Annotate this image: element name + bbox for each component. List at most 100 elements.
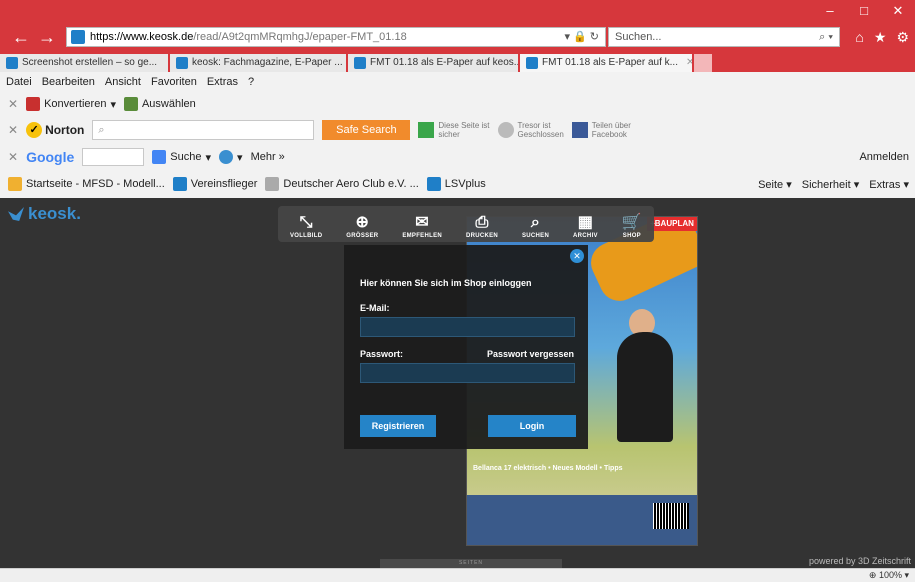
close-icon[interactable]: ✕ bbox=[570, 249, 584, 263]
safe-search-button[interactable]: Safe Search bbox=[322, 120, 411, 140]
new-tab-button[interactable] bbox=[694, 54, 712, 72]
email-label: E-Mail: bbox=[360, 303, 390, 313]
mail-icon: ✉ bbox=[415, 214, 430, 231]
google-more-button[interactable]: Mehr » bbox=[251, 151, 285, 163]
tab-label: Screenshot erstellen – so ge... bbox=[22, 57, 158, 68]
home-icon[interactable]: ⌂ bbox=[855, 29, 863, 46]
norton-search-input[interactable]: ⌕ bbox=[92, 120, 315, 140]
favorite-mfsd[interactable]: Startseite - MFSD - Modell... bbox=[8, 177, 165, 191]
shop-label: SHOP bbox=[622, 233, 641, 239]
cover-banner: +BAUPLAN bbox=[647, 217, 697, 231]
password-label: Passwort: bbox=[360, 349, 404, 359]
minimize-button[interactable]: – bbox=[813, 0, 847, 22]
facebook-status-text: Teilen über Facebook bbox=[592, 121, 631, 139]
tab-label: FMT 01.18 als E-Paper auf k... bbox=[542, 57, 678, 68]
title-bar: – □ ✕ ← → https://www.keosk.de /read/A9t… bbox=[0, 0, 915, 52]
maximize-button[interactable]: □ bbox=[847, 0, 881, 22]
keosk-logo[interactable]: keosk. bbox=[8, 204, 81, 224]
menu-extras[interactable]: Extras bbox=[207, 76, 238, 88]
security-menu[interactable]: Sicherheit ▾ bbox=[802, 178, 860, 191]
password-field[interactable] bbox=[360, 363, 575, 383]
menu-ansicht[interactable]: Ansicht bbox=[105, 76, 141, 88]
lock-refresh-icon[interactable]: ▾ 🔒 ↻ bbox=[564, 30, 599, 43]
keosk-logo-text: keosk. bbox=[28, 204, 81, 223]
zoom-level[interactable]: ⊕ 100% ▾ bbox=[869, 570, 909, 581]
grid-icon: ▦ bbox=[577, 214, 594, 231]
window-controls: – □ ✕ bbox=[813, 0, 915, 22]
menu-datei[interactable]: Datei bbox=[6, 76, 32, 88]
menu-bearbeiten[interactable]: Bearbeiten bbox=[42, 76, 95, 88]
pdf-convert-icon bbox=[26, 97, 41, 111]
zoom-label: GRÖSSER bbox=[346, 233, 379, 239]
forgot-password-link[interactable]: Passwort vergessen bbox=[487, 349, 574, 359]
favorite-aeroclub[interactable]: Deutscher Aero Club e.V. ... bbox=[265, 177, 419, 191]
print-button[interactable]: ⎙ DRUCKEN bbox=[466, 213, 498, 239]
keosk-bird-icon bbox=[8, 207, 24, 221]
login-button[interactable]: Login bbox=[488, 415, 576, 437]
google-logo: Google bbox=[26, 149, 75, 165]
search-placeholder: Suchen... bbox=[615, 31, 662, 43]
register-button[interactable]: Registrieren bbox=[360, 415, 436, 437]
search-label: SUCHEN bbox=[521, 233, 550, 239]
url-path: /read/A9t2qmMRqmhgJ/epaper-FMT_01.18 bbox=[193, 31, 407, 43]
google-signin-link[interactable]: Anmelden bbox=[859, 151, 909, 163]
menu-help[interactable]: ? bbox=[248, 76, 254, 88]
tab-fmt-active[interactable]: FMT 01.18 als E-Paper auf k... ✕ bbox=[520, 54, 692, 72]
search-icon[interactable]: ⌕ ▾ bbox=[819, 28, 833, 46]
google-options-button[interactable]: ▾ bbox=[219, 150, 243, 164]
convert-label: Konvertieren bbox=[44, 98, 107, 110]
select-button[interactable]: Auswählen bbox=[123, 97, 196, 111]
close-toolbar-icon[interactable]: ✕ bbox=[8, 97, 18, 111]
gear-icon[interactable]: ⚙ bbox=[896, 29, 909, 46]
close-button[interactable]: ✕ bbox=[881, 0, 915, 22]
close-toolbar-icon[interactable]: ✕ bbox=[8, 123, 18, 137]
norton-facebook-status[interactable]: Teilen über Facebook bbox=[571, 121, 631, 139]
google-search-input[interactable] bbox=[82, 148, 145, 166]
pages-bar[interactable]: SEITEN bbox=[380, 559, 562, 568]
tools-menu[interactable]: Extras ▾ bbox=[869, 178, 909, 191]
close-toolbar-icon[interactable]: ✕ bbox=[8, 150, 18, 164]
page-menu[interactable]: Seite ▾ bbox=[758, 178, 792, 191]
google-search-icon bbox=[152, 150, 167, 164]
favorite-icon bbox=[172, 177, 187, 191]
favorites-star-icon[interactable]: ★ bbox=[874, 29, 887, 46]
tab-fmt-1[interactable]: FMT 01.18 als E-Paper auf keos... bbox=[348, 54, 518, 72]
back-arrow-icon[interactable]: ← bbox=[10, 27, 32, 47]
tab-screenshot[interactable]: Screenshot erstellen – so ge... bbox=[0, 54, 168, 72]
tab-row: Screenshot erstellen – so ge... keosk: F… bbox=[0, 52, 915, 72]
norton-vault-status[interactable]: Tresor ist Geschlossen bbox=[497, 121, 564, 139]
email-field[interactable] bbox=[360, 317, 575, 337]
archive-button[interactable]: ▦ ARCHIV bbox=[573, 213, 598, 239]
forward-arrow-icon[interactable]: → bbox=[36, 27, 58, 47]
print-label: DRUCKEN bbox=[465, 233, 499, 239]
tab-keosk[interactable]: keosk: Fachmagazine, E-Paper ... bbox=[170, 54, 346, 72]
zoom-button[interactable]: ⊕ GRÖSSER bbox=[346, 213, 378, 239]
norton-safe-status[interactable]: Diese Seite ist sicher bbox=[418, 121, 490, 139]
address-bar[interactable]: https://www.keosk.de /read/A9t2qmMRqmhgJ… bbox=[66, 27, 606, 47]
google-search-button[interactable]: Suche ▾ bbox=[152, 150, 211, 164]
search-button[interactable]: ⌕ SUCHEN bbox=[522, 213, 549, 239]
zoom-icon: ⊕ bbox=[355, 214, 370, 231]
cart-icon: 🛒 bbox=[621, 214, 642, 231]
tab-favicon-icon bbox=[526, 57, 538, 69]
convert-button[interactable]: Konvertieren ▾ bbox=[26, 97, 116, 111]
pdf-toolbar: ✕ Konvertieren ▾ Auswählen bbox=[0, 92, 915, 116]
select-label: Auswählen bbox=[141, 98, 196, 110]
safe-status-line1: Diese Seite ist bbox=[438, 121, 490, 130]
recommend-button[interactable]: ✉ EMPFEHLEN bbox=[402, 213, 442, 239]
globe-icon bbox=[219, 150, 234, 164]
menu-bar: Datei Bearbeiten Ansicht Favoriten Extra… bbox=[0, 72, 915, 92]
favorite-vereinsflieger[interactable]: Vereinsflieger bbox=[172, 177, 257, 191]
tab-label: FMT 01.18 als E-Paper auf keos... bbox=[370, 57, 518, 68]
menu-favoriten[interactable]: Favoriten bbox=[151, 76, 197, 88]
shop-button[interactable]: 🛒 SHOP bbox=[622, 213, 642, 239]
vault-icon bbox=[497, 122, 514, 138]
norton-logo[interactable]: ✓ Norton bbox=[26, 122, 84, 138]
favorite-icon bbox=[8, 177, 22, 191]
tab-close-icon[interactable]: ✕ bbox=[686, 54, 692, 72]
fullscreen-button[interactable]: ⤡ VOLLBILD bbox=[290, 213, 322, 239]
favorite-lsvplus[interactable]: LSVplus bbox=[426, 177, 486, 191]
browser-search-input[interactable]: Suchen... ⌕ ▾ bbox=[608, 27, 840, 47]
recommend-label: EMPFEHLEN bbox=[402, 233, 443, 239]
tab-favicon-icon bbox=[176, 57, 188, 69]
